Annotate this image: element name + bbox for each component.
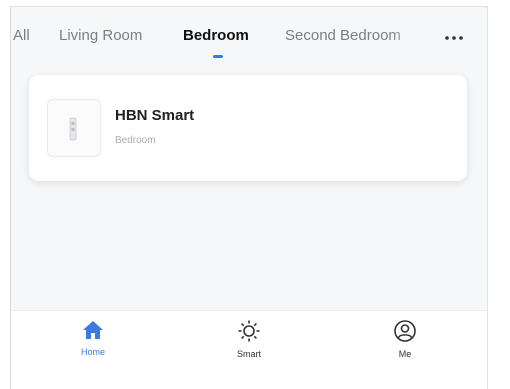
- nav-smart[interactable]: Smart: [219, 319, 279, 369]
- bottom-navigation: Home Smart Me: [11, 310, 487, 373]
- tab-overflow-fade: [389, 21, 431, 51]
- device-name: HBN Smart: [115, 107, 195, 124]
- nav-smart-label: Smart: [236, 349, 261, 359]
- user-icon: [394, 320, 416, 342]
- sun-icon: [238, 320, 260, 342]
- nav-home-label: Home: [80, 347, 105, 357]
- bottom-safe-area: [11, 372, 487, 389]
- device-room: Bedroom: [115, 135, 156, 146]
- smart-plug-icon: [47, 99, 101, 157]
- tab-bedroom[interactable]: Bedroom: [183, 27, 249, 44]
- nav-me[interactable]: Me: [375, 319, 435, 369]
- ellipsis-icon[interactable]: [441, 31, 469, 45]
- active-tab-indicator: [213, 55, 223, 58]
- nav-me-label: Me: [398, 349, 412, 359]
- nav-home[interactable]: Home: [63, 319, 123, 369]
- tab-all[interactable]: All: [13, 27, 30, 44]
- device-card[interactable]: HBN Smart Bedroom: [29, 75, 467, 181]
- room-tabs: All Living Room Bedroom Second Bedroom: [11, 7, 487, 67]
- app-screen: All Living Room Bedroom Second Bedroom H…: [10, 6, 488, 389]
- tab-living-room[interactable]: Living Room: [59, 27, 142, 44]
- tab-second-bedroom[interactable]: Second Bedroom: [285, 27, 401, 44]
- home-icon: [83, 321, 103, 339]
